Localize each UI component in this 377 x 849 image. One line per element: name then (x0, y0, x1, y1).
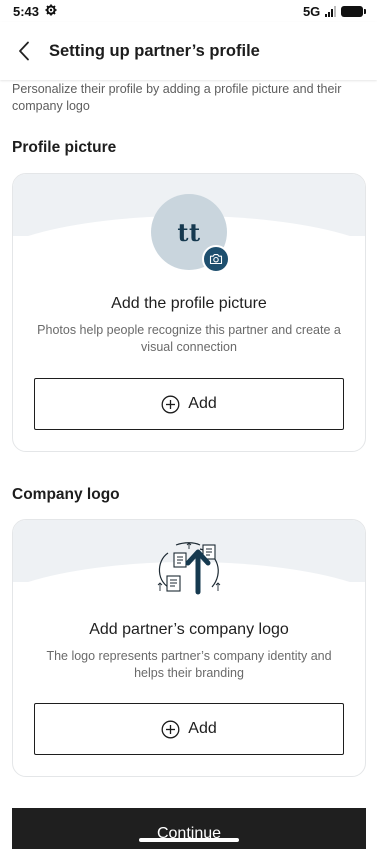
company-logo-description: The logo represents partner’s company id… (46, 649, 332, 680)
network-type-label: 5G (303, 3, 320, 19)
company-logo-section-title: Company logo (12, 486, 120, 503)
plus-circle-icon (161, 720, 180, 738)
profile-picture-description: Photos help people recognize this partne… (37, 323, 341, 354)
battery-icon (341, 5, 366, 17)
camera-icon (209, 254, 223, 265)
status-left: 5:43 (13, 4, 57, 19)
main-content: Personalize their profile by adding a pr… (0, 80, 377, 115)
company-logo-card: Add partner’s company logo The logo repr… (12, 519, 366, 777)
company-logo-heading: Add partner’s company logo (89, 621, 289, 638)
chevron-left-icon (19, 41, 29, 61)
add-profile-picture-button[interactable]: Add (34, 378, 344, 430)
upload-illustration-icon (157, 542, 221, 595)
status-right: 5G (303, 3, 366, 19)
signal-strength-icon (325, 5, 336, 17)
profile-picture-card: tt Add the profile picture Photos help p… (12, 173, 366, 452)
settings-gear-icon (45, 4, 57, 19)
profile-picture-section-title: Profile picture (12, 139, 117, 156)
add-company-logo-button[interactable]: Add (34, 703, 344, 755)
add-company-logo-label: Add (188, 720, 217, 737)
app-header: Setting up partner’s profile (0, 22, 377, 80)
camera-button[interactable] (202, 245, 230, 273)
continue-button[interactable]: Continue (12, 808, 366, 849)
profile-picture-heading: Add the profile picture (111, 295, 267, 312)
page-title: Setting up partner’s profile (49, 41, 260, 60)
status-bar: 5:43 5G (0, 0, 377, 22)
intro-text: Personalize their profile by adding a pr… (12, 82, 342, 113)
screen: 5:43 5G Setting up partner’s profile Per… (0, 0, 377, 849)
home-indicator[interactable] (139, 838, 239, 842)
plus-circle-icon (161, 395, 180, 413)
avatar-initials: tt (177, 217, 201, 247)
status-time: 5:43 (13, 3, 40, 19)
add-profile-picture-label: Add (188, 395, 217, 412)
back-button[interactable] (14, 37, 34, 65)
